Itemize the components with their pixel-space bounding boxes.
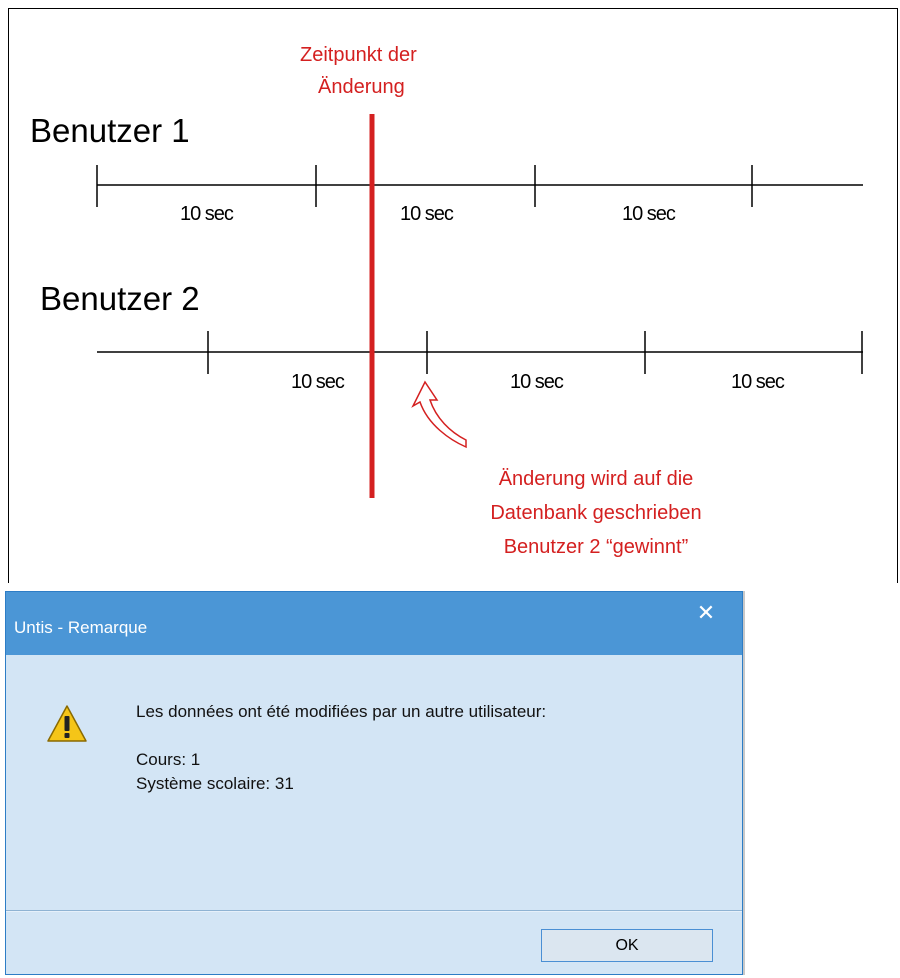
remark-dialog: Untis - Remarque ✕ Les données ont été m… — [5, 591, 743, 975]
change-time-label-line2: Änderung — [318, 76, 405, 98]
note-line1: Änderung wird auf die — [499, 468, 694, 490]
dialog-message: Les données ont été modifiées par un aut… — [136, 700, 546, 796]
message-systeme: Système scolaire: 31 — [136, 774, 294, 793]
user2-interval-label: 10 sec — [510, 371, 564, 393]
user2-interval-label: 10 sec — [291, 371, 345, 393]
user2-label: Benutzer 2 — [40, 280, 200, 317]
dialog-titlebar[interactable]: Untis - Remarque ✕ — [6, 592, 742, 655]
close-icon[interactable]: ✕ — [686, 598, 726, 628]
dialog-title: Untis - Remarque — [14, 618, 148, 637]
timeline-diagram-svg: Benutzer 1 10 sec 10 sec 10 sec Benutzer… — [8, 8, 898, 583]
user1-interval-label: 10 sec — [180, 203, 234, 225]
background-window-edge — [743, 591, 745, 975]
footer-divider-highlight — [6, 911, 742, 912]
note-line2: Datenbank geschrieben — [490, 502, 701, 524]
message-cours: Cours: 1 — [136, 750, 201, 769]
curved-arrow-icon — [411, 380, 467, 449]
user2-interval-label: 10 sec — [731, 371, 785, 393]
message-text: Les données ont été modifiées par un aut… — [136, 702, 547, 721]
note-line3: Benutzer 2 “gewinnt” — [504, 536, 689, 558]
ok-button-label: OK — [615, 936, 639, 954]
timeline-diagram: Benutzer 1 10 sec 10 sec 10 sec Benutzer… — [0, 0, 900, 583]
ok-button[interactable]: OK — [541, 929, 713, 962]
warning-icon — [47, 705, 87, 742]
change-time-label-line1: Zeitpunkt der — [300, 44, 417, 66]
user1-interval-label: 10 sec — [400, 203, 454, 225]
user1-label: Benutzer 1 — [30, 112, 190, 149]
user1-interval-label: 10 sec — [622, 203, 676, 225]
